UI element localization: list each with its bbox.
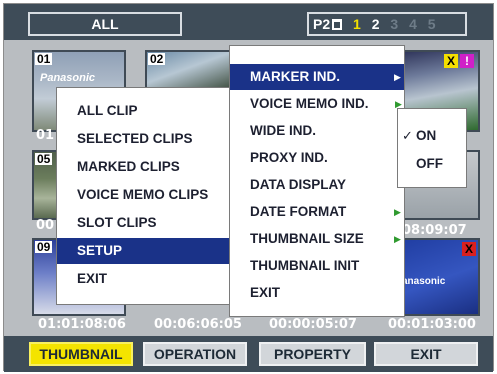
menu-item-all-clip[interactable]: ALL CLIP <box>57 98 233 124</box>
tab-thumbnail[interactable]: THUMBNAIL <box>29 342 133 366</box>
marker-badge-x: X <box>462 242 476 256</box>
timecode: 00:06:06:05 <box>154 317 242 332</box>
timecode-row1: 01 <box>36 128 55 143</box>
thumbnail-02[interactable]: 02 <box>145 50 239 90</box>
timecode-row2: 00 <box>36 218 55 233</box>
on-off-submenu: ✓ ON OFF <box>397 108 467 188</box>
tab-property[interactable]: PROPERTY <box>259 342 366 366</box>
slot-1[interactable]: 1 <box>353 14 361 34</box>
submenu-arrow-icon: ▶ <box>394 234 401 244</box>
bottom-bar: THUMBNAIL OPERATION PROPERTY EXIT <box>4 336 493 372</box>
menu-item-wide-ind[interactable]: WIDE IND. <box>230 118 404 144</box>
thumbnail-number: 09 <box>35 240 53 254</box>
clip-menu: ALL CLIP SELECTED CLIPS MARKED CLIPS VOI… <box>56 87 234 305</box>
slot-5[interactable]: 5 <box>428 14 436 34</box>
timecode: 00:01:03:00 <box>388 317 476 332</box>
thumbnail-caption: Panasonic <box>40 72 96 84</box>
tab-operation[interactable]: OPERATION <box>143 342 247 366</box>
timecode: 00:00:05:07 <box>269 317 357 332</box>
menu-item-selected-clips[interactable]: SELECTED CLIPS <box>57 126 233 152</box>
menu-item-setup[interactable]: SETUP <box>57 238 233 264</box>
marker-badge-x: X <box>444 54 458 68</box>
p2-label: P2 <box>313 16 331 32</box>
timecode-row2-right: 08:09:07 <box>402 223 467 238</box>
top-bar: ALL P2 1 2 3 4 5 <box>4 4 493 40</box>
submenu-arrow-icon: ▶ <box>394 207 401 217</box>
slot-3[interactable]: 3 <box>390 14 398 34</box>
marker-badge-exclaim: ! <box>460 54 474 68</box>
all-clips-button[interactable]: ALL <box>28 12 182 36</box>
menu-item-proxy-ind[interactable]: PROXY IND. <box>230 145 404 171</box>
submenu-arrow-icon: ▶ <box>394 72 401 82</box>
p2-slot-indicator: P2 1 2 3 4 5 <box>307 12 467 36</box>
thumbnail-number: 05 <box>35 152 53 166</box>
timecode: 01:01:08:06 <box>38 317 126 332</box>
menu-item-off[interactable]: OFF <box>398 151 466 177</box>
menu-item-thumbnail-init[interactable]: THUMBNAIL INIT <box>230 253 404 279</box>
thumbnail-number: 01 <box>35 52 53 66</box>
menu-item-exit[interactable]: EXIT <box>230 280 404 306</box>
menu-item-slot-clips[interactable]: SLOT CLIPS <box>57 210 233 236</box>
menu-item-marked-clips[interactable]: MARKED CLIPS <box>57 154 233 180</box>
menu-item-data-display[interactable]: DATA DISPLAY <box>230 172 404 198</box>
menu-item-date-format[interactable]: DATE FORMAT ▶ <box>230 199 404 225</box>
menu-item-thumbnail-size[interactable]: THUMBNAIL SIZE ▶ <box>230 226 404 252</box>
menu-item-exit[interactable]: EXIT <box>57 266 233 292</box>
menu-item-on[interactable]: ✓ ON <box>398 123 466 149</box>
menu-item-marker-ind[interactable]: MARKER IND. ▶ <box>230 64 404 90</box>
check-icon: ✓ <box>402 128 413 143</box>
thumbnail-screen: ALL P2 1 2 3 4 5 01 Panasonic 02 X ! 05 … <box>3 3 494 372</box>
slot-4[interactable]: 4 <box>409 14 417 34</box>
slot-2[interactable]: 2 <box>372 14 380 34</box>
tab-exit[interactable]: EXIT <box>374 342 478 366</box>
menu-item-voice-memo-clips[interactable]: VOICE MEMO CLIPS <box>57 182 233 208</box>
setup-submenu: MARKER IND. ▶ VOICE MEMO IND. ▶ WIDE IND… <box>229 45 405 317</box>
menu-item-voice-memo-ind[interactable]: VOICE MEMO IND. ▶ <box>230 91 404 117</box>
thumbnail-caption: anasonic <box>402 276 446 287</box>
thumbnail-number: 02 <box>148 52 166 66</box>
card-icon <box>332 19 343 30</box>
